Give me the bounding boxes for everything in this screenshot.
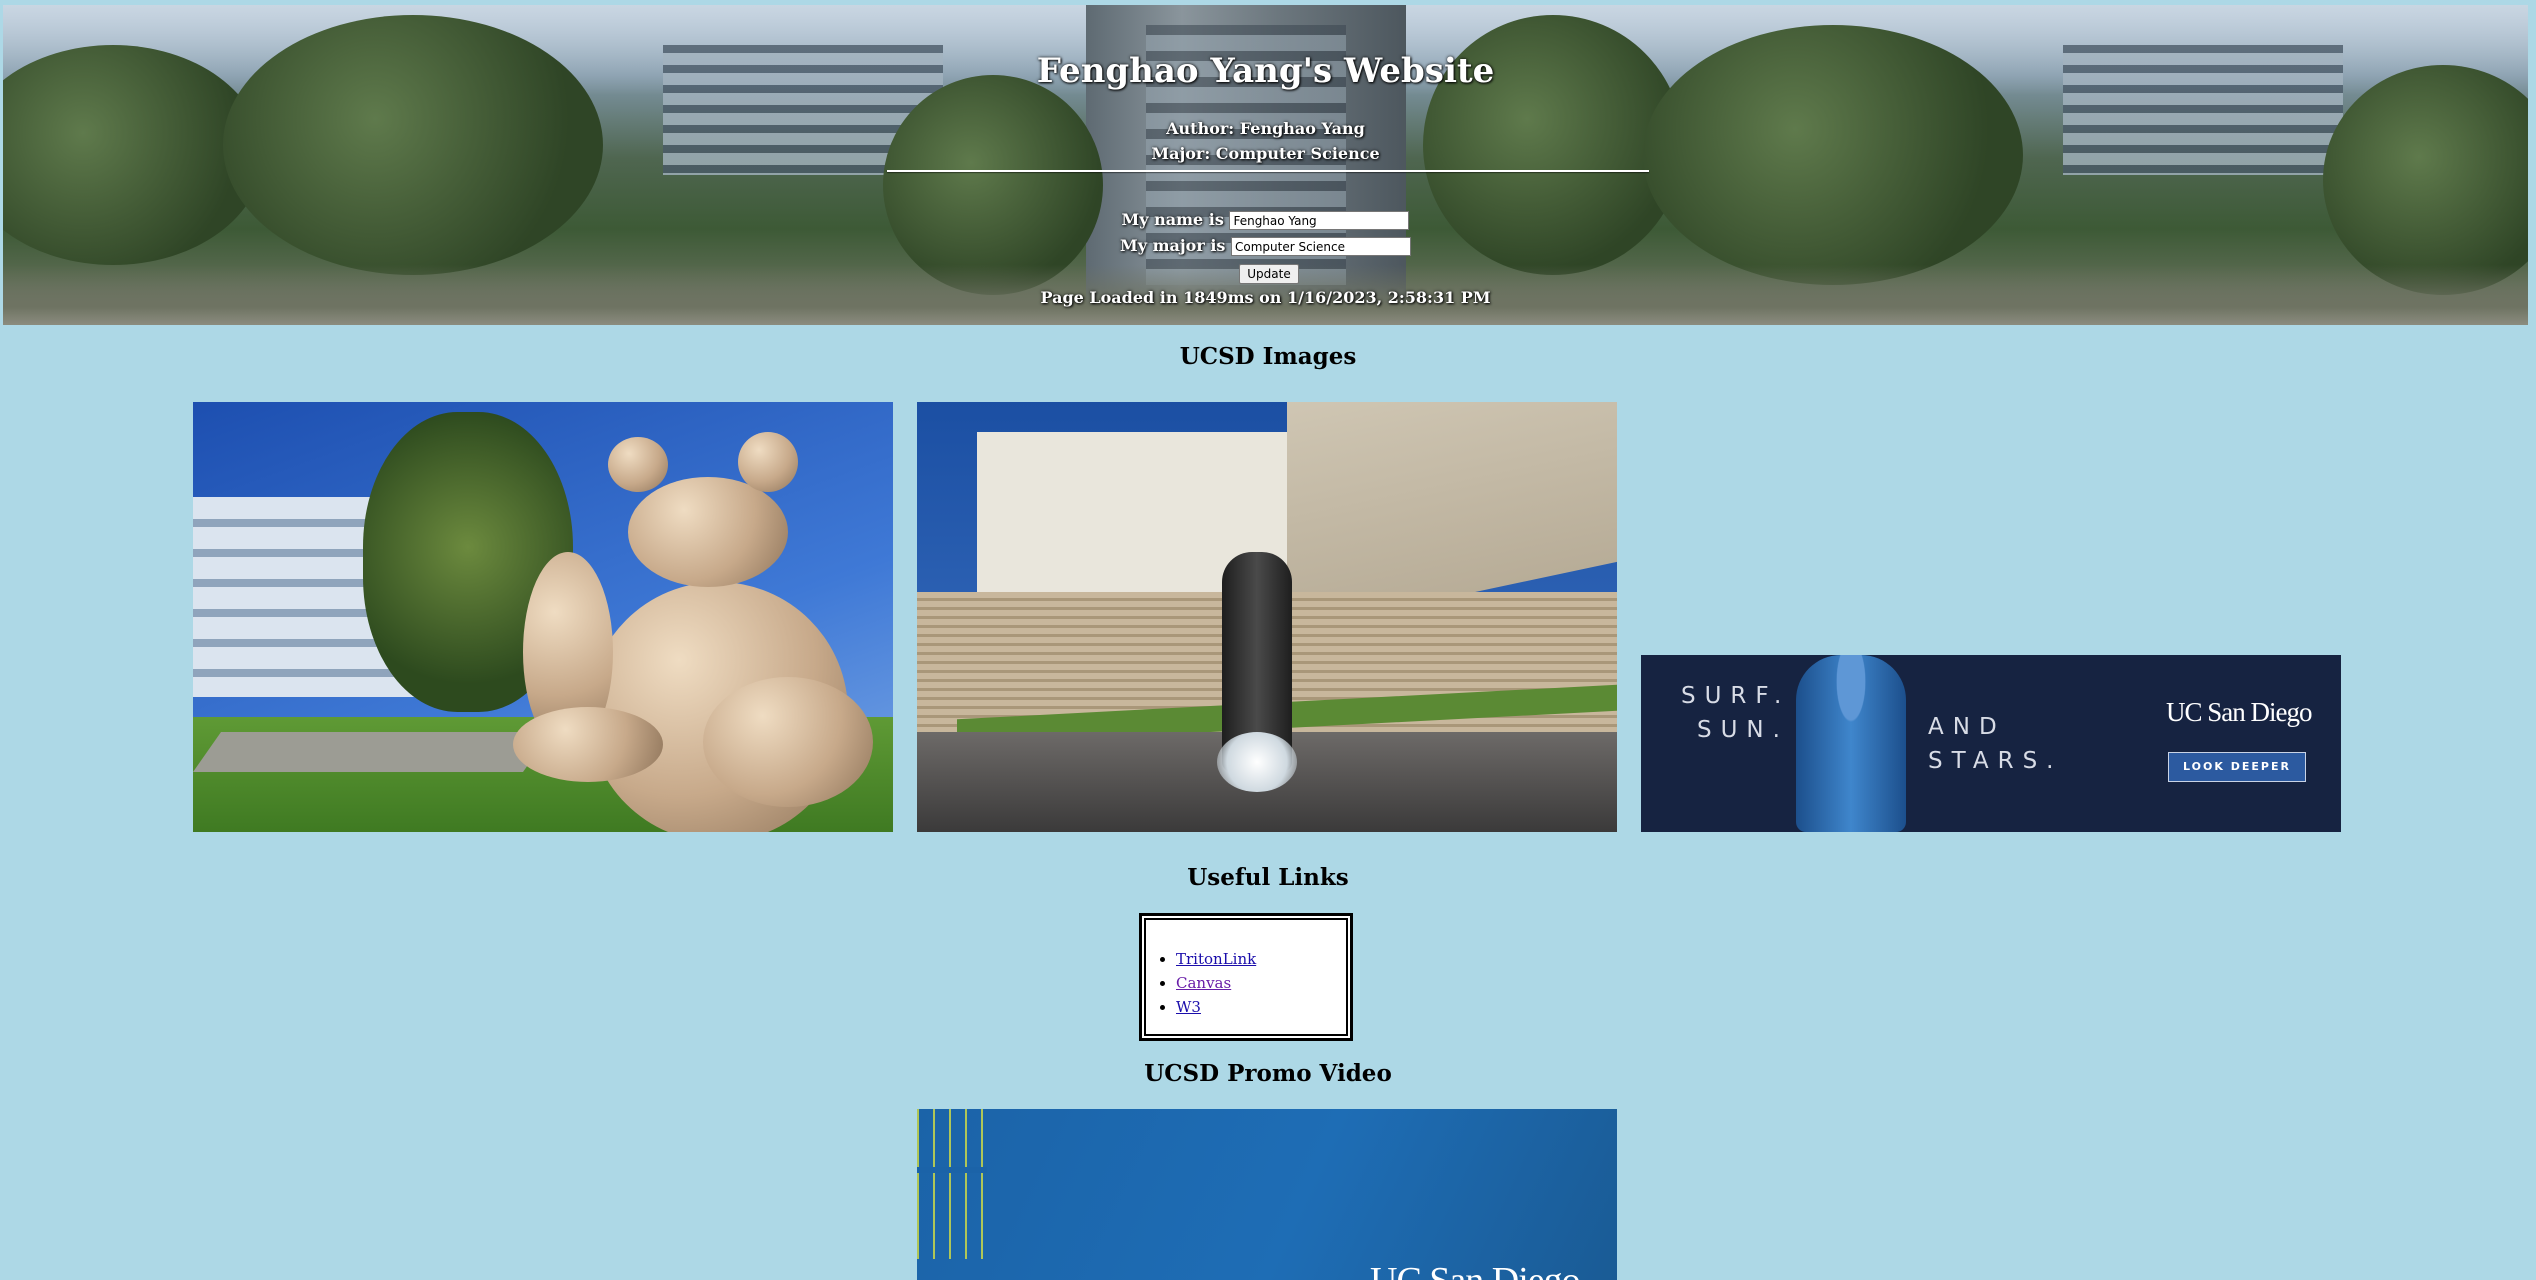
header-divider [887, 170, 1649, 172]
major-input[interactable] [1231, 237, 1411, 256]
list-item: W3 [1176, 998, 1256, 1016]
video-ucsd-logo-text: UC San Diego [1370, 1259, 1581, 1280]
bear-head-rock [628, 477, 788, 587]
surf-sun-stars-ad-image: SURF. SUN. AND STARS. UC San Diego LOOK … [1641, 655, 2341, 832]
author-text: Author: Fenghao Yang [1166, 119, 1365, 138]
image-path [193, 732, 552, 772]
ad-text-line: SUN. [1697, 717, 1789, 743]
w3-link[interactable]: W3 [1176, 998, 1201, 1016]
look-deeper-button: LOOK DEEPER [2168, 752, 2306, 782]
tritonlink-link[interactable]: TritonLink [1176, 950, 1256, 968]
astronaut-figure [1796, 655, 1906, 832]
promo-video-heading: UCSD Promo Video [1144, 1060, 1392, 1087]
bear-leg-rock [703, 677, 873, 807]
ad-text-line: SURF. [1681, 683, 1791, 709]
promo-video-player[interactable]: UC San Diego [917, 1109, 1617, 1280]
update-button[interactable]: Update [1239, 264, 1299, 284]
bear-ear-rock [608, 437, 668, 492]
major-label: My major is [1120, 236, 1226, 255]
ad-text-line: AND [1928, 714, 2006, 740]
links-list: TritonLink Canvas W3 [1146, 950, 1256, 1022]
ad-text-line: STARS. [1928, 748, 2063, 774]
name-input[interactable] [1229, 211, 1410, 230]
ad-text-left: SURF. SUN. [1681, 679, 1790, 747]
site-title: Fenghao Yang's Website [1036, 51, 1495, 91]
header-banner: Fenghao Yang's Website Author: Fenghao Y… [3, 5, 2528, 325]
ucsd-logo-text: UC San Diego [2166, 697, 2312, 727]
list-item: TritonLink [1176, 950, 1256, 968]
geisel-statue-image [917, 402, 1617, 832]
bear-sculpture-image [193, 402, 893, 832]
list-item: Canvas [1176, 974, 1256, 992]
video-graphic-bars [917, 1109, 987, 1259]
ucsd-images-heading: UCSD Images [1179, 343, 1357, 370]
canvas-link[interactable]: Canvas [1176, 974, 1231, 992]
bear-foot-rock [513, 707, 663, 782]
bear-ear-rock [738, 432, 798, 492]
major-text: Major: Computer Science [1151, 144, 1380, 163]
ad-text-mid: AND STARS. [1928, 710, 2063, 778]
useful-links-heading: Useful Links [1187, 864, 1349, 891]
useful-links-box: TritonLink Canvas W3 [1139, 913, 1353, 1041]
major-form-row: My major is [3, 236, 2528, 256]
name-form-row: My name is [3, 210, 2528, 230]
image-fountain-splash [1217, 732, 1297, 792]
name-label: My name is [1121, 210, 1224, 229]
